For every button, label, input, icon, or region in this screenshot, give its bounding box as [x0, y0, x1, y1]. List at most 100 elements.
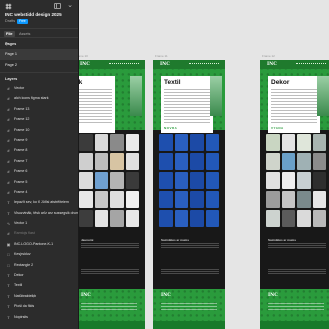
hash-icon: #	[7, 106, 10, 112]
canvas-frame[interactable]: INC Textil NOVRA Sazināties ar mums INC	[153, 60, 225, 329]
product-tile	[174, 191, 188, 208]
product-tile	[297, 172, 311, 189]
frame-nav-links	[109, 63, 139, 65]
layer-item[interactable]: T Visuzvtnāk, tēsk arīz arz sussegsik dru…	[0, 208, 78, 218]
frame-footer: INC	[79, 289, 145, 329]
plan-badge: Free	[17, 19, 28, 24]
file-title[interactable]: INC webstidd design 2025	[5, 12, 62, 17]
tab-file[interactable]: File	[4, 31, 15, 37]
layer-item[interactable]: ∿ Vector 1	[0, 218, 78, 228]
product-tile	[110, 153, 124, 170]
layer-label: alch icons figma stark	[14, 96, 49, 101]
product-tile	[205, 153, 219, 170]
frame-footer-bar	[153, 321, 225, 329]
layer-item[interactable]: ▣ INC-LOGO-Pantone-K-1	[0, 239, 78, 249]
add-page-icon[interactable]: +	[5, 42, 9, 48]
product-tile	[266, 172, 280, 189]
frame-footer-bar	[79, 321, 145, 329]
layer-label: Frame 12	[14, 117, 30, 122]
layer-item[interactable]: T Textil	[0, 280, 78, 290]
frame-logo: INC	[267, 62, 277, 67]
rect-icon: □	[7, 262, 10, 268]
layer-item[interactable]: # Frame 10	[0, 125, 78, 135]
rect-icon: □	[7, 252, 10, 258]
product-tile	[281, 134, 295, 151]
product-tile	[79, 172, 93, 189]
frame-product-grid	[159, 134, 219, 227]
frame-card-title: Dekor	[271, 79, 290, 86]
hash-icon: #	[7, 117, 10, 123]
figma-logo-icon[interactable]	[5, 3, 12, 10]
frame-label[interactable]: Frame 12	[262, 54, 275, 58]
hash-icon: #	[7, 137, 10, 143]
layer-item[interactable]: # Frame 8	[0, 145, 78, 155]
product-tile	[312, 134, 326, 151]
frame-nav: INC	[260, 60, 329, 69]
layer-item[interactable]: # Frame 12	[0, 114, 78, 124]
layer-item[interactable]: # Frame 13	[0, 104, 78, 114]
layer-item[interactable]: T Iepazīt sev, ko tī Jūtīsi atstrēiteiem	[0, 197, 78, 207]
layer-item[interactable]: T Dekor	[0, 270, 78, 280]
frame-hero-card: Textil NOVRA	[161, 76, 213, 133]
frame-card-title: Izdēk	[79, 79, 83, 86]
chevron-down-icon[interactable]: ⌄	[66, 2, 74, 10]
layer-item[interactable]: T Nopirsits	[0, 312, 78, 322]
frame-footer-text	[268, 303, 324, 311]
text-icon: T	[7, 314, 10, 320]
layer-item[interactable]: # Frame 6	[0, 166, 78, 176]
frame-card-text	[271, 89, 317, 123]
product-tile	[159, 134, 173, 151]
frame-text-lines	[161, 243, 219, 248]
layer-item[interactable]: # Ramtojs flast	[0, 228, 78, 238]
product-tile	[94, 172, 108, 189]
layer-label: Pioši da filds	[14, 304, 35, 309]
product-tile	[190, 134, 204, 151]
layer-item[interactable]: # Frame 5	[0, 177, 78, 187]
image-icon: ▣	[6, 241, 11, 247]
page-item[interactable]: Page 2	[0, 60, 78, 71]
design-canvas[interactable]: INC Izdēk NOVRA Jaunumi INC INC Tex	[79, 0, 329, 329]
product-tile	[79, 210, 93, 227]
frame-card-title: Textil	[164, 79, 181, 86]
hash-icon: #	[7, 158, 10, 164]
layer-item[interactable]: # Frame 7	[0, 156, 78, 166]
layer-item[interactable]: # Frame 4	[0, 187, 78, 197]
product-tile	[94, 153, 108, 170]
hash-icon: #	[7, 86, 10, 91]
page-item[interactable]: Page 1	[0, 49, 78, 60]
frame-contact-block	[161, 268, 219, 278]
frame-text-block: Sazināties ar mums	[161, 238, 219, 248]
page-label: Page 1	[5, 52, 18, 56]
layer-item[interactable]: □ Rectangle 2	[0, 260, 78, 270]
layer-item[interactable]: □ Kesjrsiduv	[0, 249, 78, 259]
product-tile	[125, 210, 139, 227]
vector-icon: ∿	[6, 221, 11, 227]
text-icon: T	[7, 210, 10, 216]
product-tile	[174, 134, 188, 151]
product-tile	[125, 191, 139, 208]
text-icon: T	[7, 293, 10, 299]
layer-item[interactable]: T Pioši da filds	[0, 301, 78, 311]
tab-assets[interactable]: Assets	[17, 31, 32, 37]
panel-toggle-icon[interactable]	[54, 3, 61, 9]
layer-label: Vector 1	[14, 221, 28, 226]
layer-label: Frame 13	[14, 106, 30, 111]
product-tile	[174, 210, 188, 227]
layer-label: Vector	[14, 86, 25, 90]
layer-item[interactable]: # Frame 9	[0, 135, 78, 145]
frame-nav-links	[296, 63, 326, 65]
file-header: ⌄ INC webstidd design 2025 Drafts Free	[0, 0, 78, 28]
frame-label[interactable]: Frame 10	[79, 54, 88, 58]
layer-item[interactable]: T Natūbrakteiķb	[0, 291, 78, 301]
canvas-frame[interactable]: INC Dekor VYANA Sazināties ar mums INC	[260, 60, 329, 329]
frame-text-lines	[81, 269, 139, 274]
canvas-frame[interactable]: INC Izdēk NOVRA Jaunumi INC	[79, 60, 145, 329]
product-tile	[190, 172, 204, 189]
layer-item[interactable]: # Vector	[0, 83, 78, 93]
frame-hero-card: Izdēk NOVRA	[79, 76, 115, 133]
page-label: Page 2	[5, 63, 18, 67]
drafts-text[interactable]: Drafts	[5, 19, 15, 23]
product-tile	[266, 134, 280, 151]
layer-item[interactable]: # alch icons figma stark	[0, 93, 78, 103]
frame-label[interactable]: Frame 11	[155, 54, 168, 58]
